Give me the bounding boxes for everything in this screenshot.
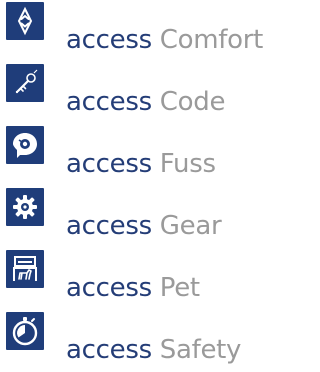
pet-icon <box>6 250 44 288</box>
label-name: Fuss <box>159 149 216 179</box>
fuss-icon <box>6 126 44 164</box>
list-item-label: access Code <box>66 84 225 120</box>
list-item-label: access Pet <box>66 270 200 306</box>
label-name: Comfort <box>159 25 264 55</box>
label-prefix: access <box>66 335 152 365</box>
list-item-label: access Gear <box>66 208 222 244</box>
label-name: Safety <box>159 335 242 365</box>
product-list: access Comfort access Code access Fuss a… <box>0 0 292 372</box>
label-name: Pet <box>159 273 200 303</box>
list-item-label: access Comfort <box>66 22 263 58</box>
list-item-fuss[interactable]: access Fuss <box>6 126 292 182</box>
list-item-code[interactable]: access Code <box>6 64 292 120</box>
list-item-gear[interactable]: access Gear <box>6 188 292 244</box>
list-item-label: access Fuss <box>66 146 216 182</box>
gear-icon <box>6 188 44 226</box>
label-name: Code <box>159 87 226 117</box>
safety-icon <box>6 312 44 350</box>
list-item-comfort[interactable]: access Comfort <box>6 2 292 58</box>
list-item-safety[interactable]: access Safety <box>6 312 292 368</box>
list-item-pet[interactable]: access Pet <box>6 250 292 306</box>
label-prefix: access <box>66 87 152 117</box>
label-prefix: access <box>66 149 152 179</box>
list-item-label: access Safety <box>66 332 241 368</box>
label-prefix: access <box>66 273 152 303</box>
label-prefix: access <box>66 25 152 55</box>
label-name: Gear <box>159 211 222 241</box>
label-prefix: access <box>66 211 152 241</box>
comfort-icon <box>6 2 44 40</box>
code-key-icon <box>6 64 44 102</box>
